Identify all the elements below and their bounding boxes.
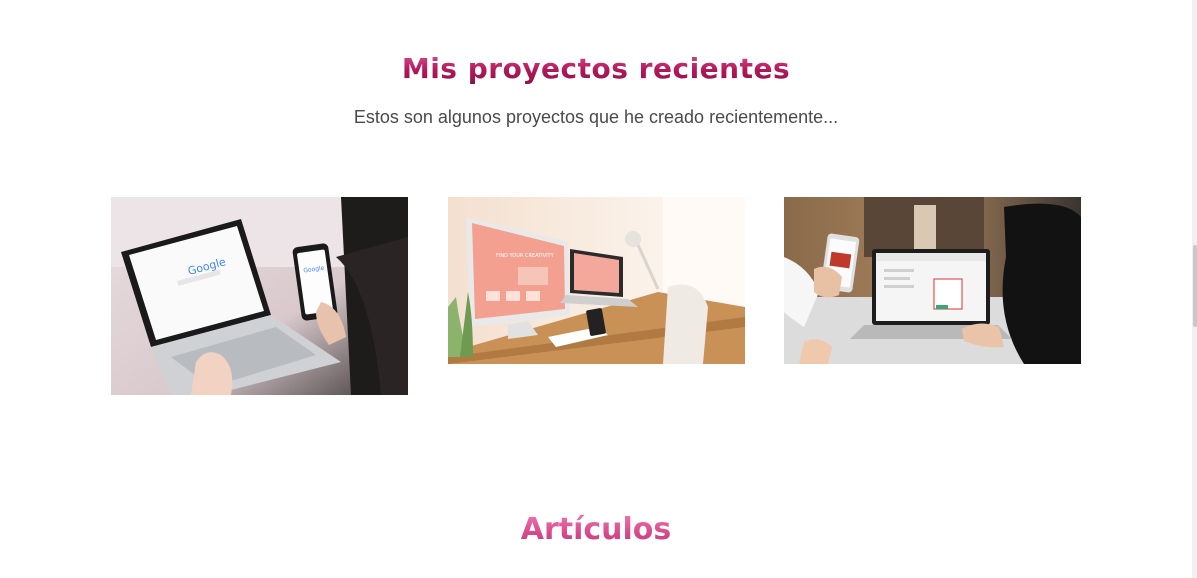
page: Mis proyectos recientes Estos son alguno…	[0, 0, 1197, 578]
project-card-form-app[interactable]	[784, 197, 1081, 364]
projects-section-subtitle: Estos son algunos proyectos que he cread…	[353, 107, 839, 127]
scrollbar-thumb[interactable]	[1193, 245, 1197, 327]
projects-section-title: Mis proyectos recientes	[0, 52, 1192, 85]
project-image-google[interactable]: Google Google	[111, 197, 408, 395]
project-card-responsive[interactable]: FIND YOUR CREATIVITY	[448, 197, 745, 364]
project-card-google[interactable]: Google Google	[111, 197, 408, 395]
screen-caption: FIND YOUR CREATIVITY	[496, 253, 555, 259]
page-scrollbar[interactable]	[1192, 0, 1197, 578]
project-image-responsive[interactable]: FIND YOUR CREATIVITY	[448, 197, 745, 364]
articles-section-title: Artículos	[0, 512, 1192, 547]
project-image-form-app[interactable]	[784, 197, 1081, 364]
